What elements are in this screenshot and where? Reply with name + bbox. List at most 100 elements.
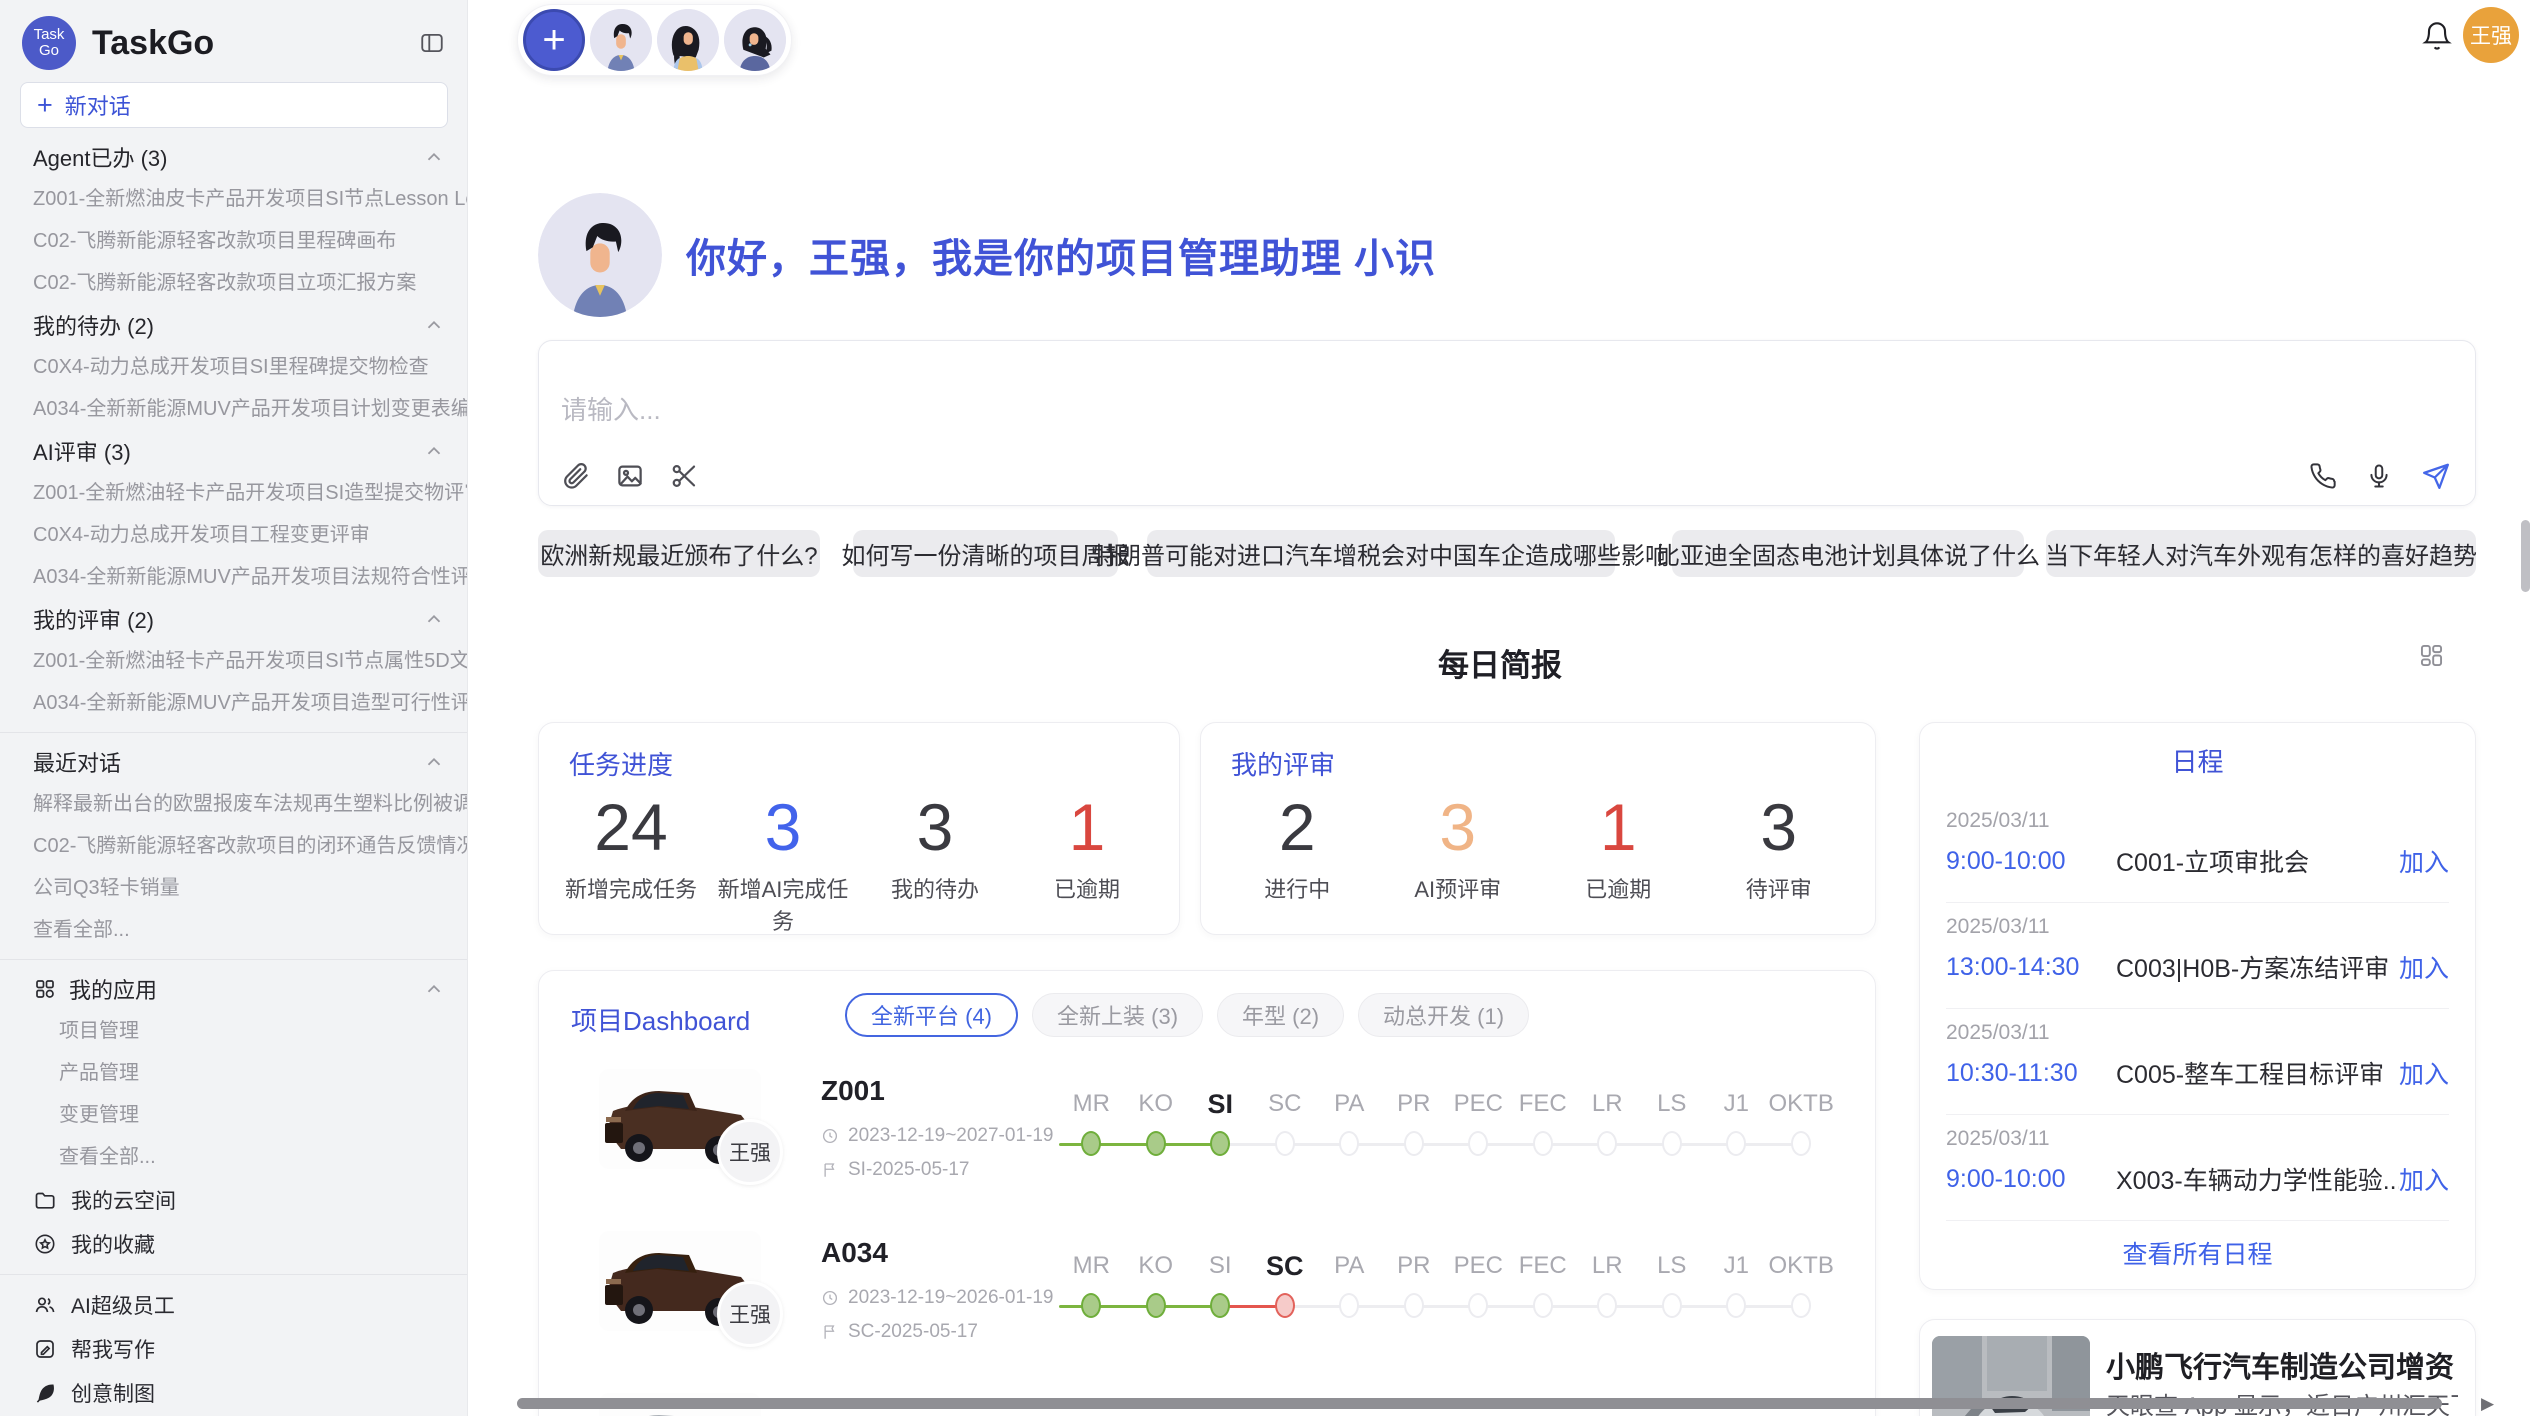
section-recent-chats[interactable]: 最近对话: [0, 741, 467, 783]
recent-chat-item[interactable]: C02-飞腾新能源轻客改款项目的闭环通告反馈情况: [0, 825, 467, 867]
sidebar-item-help-write[interactable]: 帮我写作: [0, 1327, 467, 1371]
sidebar-item[interactable]: C02-飞腾新能源轻客改款项目立项汇报方案: [0, 262, 467, 304]
schedule-event-name: C003|H0B-方案冻结评审: [2116, 949, 2399, 985]
bell-icon: [2421, 20, 2453, 52]
stat-ai-done: 3新增AI完成任务: [707, 791, 859, 936]
sidebar-item-creative-draw[interactable]: 创意制图: [0, 1371, 467, 1415]
project-owner-avatar: 王强: [717, 1281, 783, 1347]
sidebar-item-ai-staff[interactable]: AI超级员工: [0, 1283, 467, 1327]
add-session-button[interactable]: +: [523, 9, 585, 71]
project-milestone-flag: SC-2025-05-17: [821, 1321, 978, 1343]
voice-call-button[interactable]: [2309, 462, 2337, 490]
tab-new-body[interactable]: 全新上装 (3): [1032, 993, 1203, 1037]
star-circle-icon: [33, 1232, 57, 1256]
sidebar-item[interactable]: Z001-全新燃油轻卡产品开发项目SI节点属性5D文件评审: [0, 640, 467, 682]
collapse-sidebar-button[interactable]: [419, 30, 445, 56]
tab-model-year[interactable]: 年型 (2): [1217, 993, 1344, 1037]
suggestion-chip[interactable]: 欧洲新规最近颁布了什么?: [538, 530, 820, 577]
sidebar-item[interactable]: Z001-全新燃油皮卡产品开发项目SI节点Lesson Learn报告: [0, 178, 467, 220]
pencil-square-icon: [33, 1337, 57, 1361]
project-owner-avatar: 王强: [717, 1119, 783, 1185]
suggestion-chip[interactable]: 比亚迪全固态电池计划具体说了什么: [1672, 530, 2024, 577]
user-avatar[interactable]: 王强: [2463, 7, 2519, 63]
sidebar-item[interactable]: Z001-全新燃油轻卡产品开发项目SI造型提交物评审: [0, 472, 467, 514]
schedule-date: 2025/03/11: [1946, 809, 2449, 833]
tab-powertrain[interactable]: 动总开发 (1): [1358, 993, 1529, 1037]
suggestion-chip[interactable]: 当下年轻人对汽车外观有怎样的喜好趋势: [2046, 530, 2476, 577]
join-meeting-button[interactable]: 加入: [2399, 1055, 2449, 1091]
app-item-change-mgmt[interactable]: 变更管理: [0, 1094, 467, 1136]
milestone-dots: [1059, 1293, 1833, 1318]
section-agent-done[interactable]: Agent已办 (3): [0, 136, 467, 178]
join-meeting-button[interactable]: 加入: [2399, 1161, 2449, 1197]
app-item-project-mgmt[interactable]: 项目管理: [0, 1010, 467, 1052]
clock-icon: [821, 1289, 839, 1307]
layout-toggle-button[interactable]: [2418, 642, 2445, 672]
sidebar: Task Go TaskGo + 新对话 Agent已办 (3) Z001-全新…: [0, 0, 468, 1416]
section-my-apps[interactable]: 我的应用: [0, 968, 467, 1010]
scrollbar-thumb[interactable]: [517, 1398, 2442, 1409]
microphone-icon: [2365, 462, 2393, 490]
project-name: A034: [821, 1237, 888, 1269]
chat-input[interactable]: [561, 395, 1461, 426]
project-row[interactable]: 王强 Z001 2023-12-19~2027-01-19 SI-2025-05…: [539, 1067, 1876, 1219]
join-meeting-button[interactable]: 加入: [2399, 843, 2449, 879]
recent-view-all[interactable]: 查看全部...: [0, 909, 467, 951]
sidebar-item[interactable]: A034-全新新能源MUV产品开发项目法规符合性评审: [0, 556, 467, 598]
user-initials: 王强: [2470, 20, 2512, 50]
sidebar-item[interactable]: A034-全新新能源MUV产品开发项目计划变更表编写: [0, 388, 467, 430]
sidebar-item-cloud-space[interactable]: 我的云空间: [0, 1178, 467, 1222]
suggestion-chip[interactable]: 如何写一份清晰的项目周报: [853, 530, 1118, 577]
card-title: 我的评审: [1231, 745, 1335, 782]
tab-new-platform[interactable]: 全新平台 (4): [845, 993, 1018, 1037]
app-item-product-mgmt[interactable]: 产品管理: [0, 1052, 467, 1094]
horizontal-scrollbar[interactable]: ▶: [513, 1398, 2532, 1410]
attach-button[interactable]: [561, 461, 591, 491]
avatar-woman-dark-icon: [724, 9, 786, 71]
send-button[interactable]: [2421, 461, 2451, 491]
schedule-title: 日程: [1946, 723, 2449, 797]
avatar-woman-icon: [657, 9, 719, 71]
microphone-button[interactable]: [2365, 462, 2393, 490]
divider: [0, 959, 467, 960]
section-title: AI评审 (3): [33, 435, 423, 467]
recent-chat-item[interactable]: 解释最新出台的欧盟报废车法规再生塑料比例被调至15%...: [0, 783, 467, 825]
scroll-right-arrow-icon[interactable]: ▶: [2481, 1394, 2494, 1414]
project-name: Z001: [821, 1075, 885, 1107]
stat-overdue: 1已逾期: [1011, 791, 1163, 936]
session-avatar-1[interactable]: [590, 9, 652, 71]
stat-my-todo: 3我的待办: [859, 791, 1011, 936]
new-chat-button[interactable]: + 新对话: [20, 82, 448, 128]
section-my-review[interactable]: 我的评审 (2): [0, 598, 467, 640]
apps-view-all[interactable]: 查看全部...: [0, 1136, 467, 1178]
project-row[interactable]: 王强 A034 2023-12-19~2026-01-19 SC-2025-05…: [539, 1229, 1876, 1381]
help-write-label: 帮我写作: [71, 1334, 155, 1364]
milestone-track: MRKOSISCPAPRPECFECLRLSJ1OKTB: [1059, 1229, 1849, 1381]
schedule-date: 2025/03/11: [1946, 1021, 2449, 1045]
section-ai-review[interactable]: AI评审 (3): [0, 430, 467, 472]
scissors-icon: [669, 461, 699, 491]
vertical-scrollbar[interactable]: [2521, 520, 2530, 592]
stat-in-progress: 2进行中: [1217, 791, 1378, 904]
notifications-button[interactable]: [2421, 20, 2453, 55]
section-my-todo[interactable]: 我的待办 (2): [0, 304, 467, 346]
sidebar-item[interactable]: C02-飞腾新能源轻客改款项目里程碑画布: [0, 220, 467, 262]
insert-image-button[interactable]: [615, 461, 645, 491]
view-all-schedule-link[interactable]: 查看所有日程: [1946, 1221, 2449, 1285]
join-meeting-button[interactable]: 加入: [2399, 949, 2449, 985]
sidebar-item[interactable]: C0X4-动力总成开发项目SI里程碑提交物检查: [0, 346, 467, 388]
sidebar-item[interactable]: A034-全新新能源MUV产品开发项目造型可行性评审: [0, 682, 467, 724]
chevron-up-icon: [423, 978, 445, 1000]
milestone-labels: MRKOSISCPAPRPECFECLRLSJ1OKTB: [1059, 1087, 1833, 1121]
session-avatar-3[interactable]: [724, 9, 786, 71]
task-progress-card: 任务进度 24新增完成任务 3新增AI完成任务 3我的待办 1已逾期: [538, 722, 1180, 935]
assistant-avatar: [538, 193, 662, 317]
recent-chat-item[interactable]: 公司Q3轻卡销量: [0, 867, 467, 909]
sidebar-item[interactable]: C0X4-动力总成开发项目工程变更评审: [0, 514, 467, 556]
suggestion-chip[interactable]: 特朗普可能对进口汽车增税会对中国车企造成哪些影响: [1147, 530, 1615, 577]
schedule-item: 2025/03/11 9:00-10:00 X003-车辆动力学性能验... 加…: [1946, 1115, 2449, 1221]
dashboard-tabs: 全新平台 (4) 全新上装 (3) 年型 (2) 动总开发 (1): [845, 993, 1529, 1037]
session-avatar-2[interactable]: [657, 9, 719, 71]
sidebar-item-favorites[interactable]: 我的收藏: [0, 1222, 467, 1266]
screenshot-button[interactable]: [669, 461, 699, 491]
